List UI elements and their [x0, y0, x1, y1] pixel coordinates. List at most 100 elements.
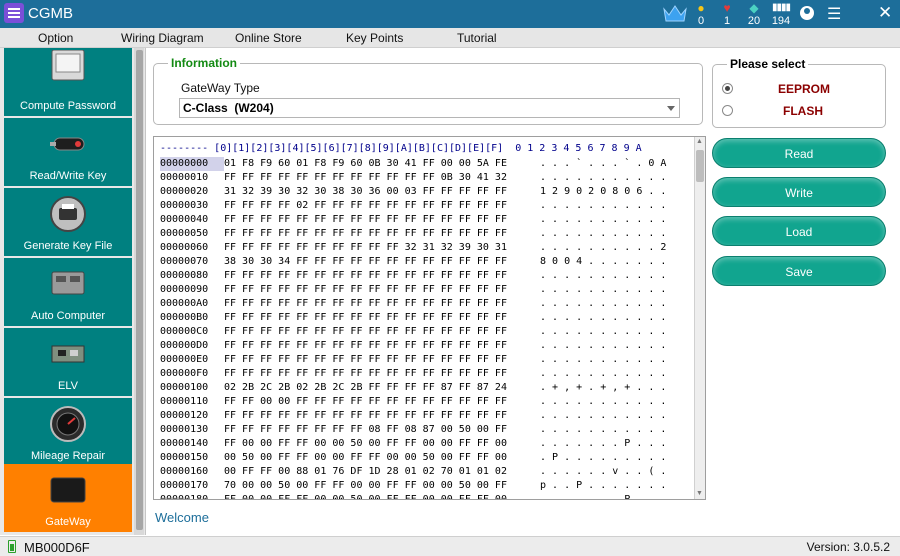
hex-row[interactable]: 00000020 31 32 39 30 32 30 38 30 36 00 03… — [160, 185, 666, 199]
menu-icon[interactable]: ☰ — [827, 4, 841, 24]
hex-bytes[interactable]: 02 2B 2C 2B 02 2B 2C 2B FF FF FF FF 87 F… — [224, 381, 540, 395]
hex-bytes[interactable]: FF 00 00 FF FF 00 00 50 00 FF FF 00 00 F… — [224, 437, 540, 451]
hex-row[interactable]: 000000F0 FF FF FF FF FF FF FF FF FF FF FF… — [160, 367, 666, 381]
flash-radio[interactable] — [722, 105, 733, 116]
hex-scrollbar[interactable] — [694, 137, 705, 499]
hex-row[interactable]: 00000080 FF FF FF FF FF FF FF FF FF FF FF… — [160, 269, 666, 283]
hex-bytes[interactable]: FF FF FF FF FF FF FF FF FF FF FF FF FF F… — [224, 269, 540, 283]
hex-bytes[interactable]: FF FF FF FF FF FF FF FF FF FF FF FF FF F… — [224, 297, 540, 311]
hex-bytes[interactable]: FF FF FF FF FF FF FF FF FF FF FF FF FF F… — [224, 227, 540, 241]
sidebar-item-label: Read/Write Key — [29, 170, 107, 182]
hex-bytes[interactable]: FF FF FF FF 02 FF FF FF FF FF FF FF FF F… — [224, 199, 540, 213]
sidebar-item-auto-computer[interactable]: Auto Computer — [4, 258, 132, 326]
menu-online-store[interactable]: Online Store — [235, 31, 302, 45]
read-button[interactable]: Read — [712, 138, 886, 168]
hex-row[interactable]: 00000130 FF FF FF FF FF FF FF FF 08 FF 08… — [160, 423, 666, 437]
hex-row[interactable]: 00000110 FF FF 00 00 FF FF FF FF FF FF FF… — [160, 395, 666, 409]
sidebar-item-gateway[interactable]: GateWay — [4, 464, 132, 532]
menu-key-points[interactable]: Key Points — [346, 31, 403, 45]
user-icon[interactable] — [800, 6, 814, 20]
status-bar: MB000D6F Version: 3.0.5.2 — [0, 536, 900, 556]
hex-ascii: . . . . . . v . . ( . — [540, 466, 667, 477]
hex-row[interactable]: 00000120 FF FF FF FF FF FF FF FF FF FF FF… — [160, 409, 666, 423]
sidebar-item-compute-password[interactable]: Compute Password — [4, 48, 132, 116]
sidebar-item-generate-key-file[interactable]: Generate Key File — [4, 188, 132, 256]
hex-row[interactable]: 00000070 38 30 30 34 FF FF FF FF FF FF FF… — [160, 255, 666, 269]
menu-option[interactable]: Option — [38, 31, 73, 45]
hex-row[interactable]: 00000050 FF FF FF FF FF FF FF FF FF FF FF… — [160, 227, 666, 241]
hex-offset: 00000080 — [160, 270, 209, 281]
eeprom-label[interactable]: EEPROM — [778, 82, 830, 96]
hex-ascii: . . . . . . . P . . . — [540, 494, 667, 500]
hex-offset: 000000E0 — [160, 354, 209, 365]
hex-bytes[interactable]: FF FF FF FF FF FF FF FF FF FF FF FF 0B 3… — [224, 171, 540, 185]
hex-bytes[interactable]: 00 FF FF 00 88 01 76 DF 1D 28 01 02 70 0… — [224, 465, 540, 479]
hex-bytes[interactable]: FF FF FF FF FF FF FF FF FF FF FF FF FF F… — [224, 325, 540, 339]
hex-bytes[interactable]: 70 00 00 50 00 FF FF 00 00 FF FF 00 00 5… — [224, 479, 540, 493]
hex-row[interactable]: 00000030 FF FF FF FF 02 FF FF FF FF FF FF… — [160, 199, 666, 213]
hex-row[interactable]: 00000140 FF 00 00 FF FF 00 00 50 00 FF FF… — [160, 437, 666, 451]
hex-row[interactable]: 000000C0 FF FF FF FF FF FF FF FF FF FF FF… — [160, 325, 666, 339]
hex-bytes[interactable]: FF FF 00 00 FF FF FF FF FF FF FF FF FF F… — [224, 395, 540, 409]
scroll-up-icon[interactable]: ▲ — [696, 138, 703, 145]
hex-ascii: . . . . . . . . . . . — [540, 228, 667, 239]
hex-offset: 00000170 — [160, 480, 209, 491]
hex-editor[interactable]: -------- [0][1][2][3][4][5][6][7][8][9][… — [153, 136, 706, 500]
sidebar-item-elv[interactable]: ELV — [4, 328, 132, 396]
hex-bytes[interactable]: FF FF FF FF FF FF FF FF FF FF FF FF FF F… — [224, 353, 540, 367]
save-button[interactable]: Save — [712, 256, 886, 286]
hex-bytes[interactable]: FF FF FF FF FF FF FF FF FF FF FF FF FF F… — [224, 367, 540, 381]
hex-row[interactable]: 000000E0 FF FF FF FF FF FF FF FF FF FF FF… — [160, 353, 666, 367]
hex-ascii: . . . ` . . . ` . 0 A — [540, 158, 667, 169]
hex-bytes[interactable]: FF FF FF FF FF FF FF FF FF FF 32 31 32 3… — [224, 241, 540, 255]
hex-offset: 000000B0 — [160, 312, 209, 323]
hex-row[interactable]: 00000160 00 FF FF 00 88 01 76 DF 1D 28 01… — [160, 465, 666, 479]
hex-offset: 00000070 — [160, 256, 209, 267]
hex-bytes[interactable]: 00 50 00 FF FF 00 00 FF FF 00 00 50 00 F… — [224, 451, 540, 465]
hex-offset: 00000150 — [160, 452, 209, 463]
sidebar-scroll-thumb[interactable] — [136, 50, 143, 530]
hex-bytes[interactable]: FF FF FF FF FF FF FF FF FF FF FF FF FF F… — [224, 283, 540, 297]
hex-bytes[interactable]: FF FF FF FF FF FF FF FF FF FF FF FF FF F… — [224, 213, 540, 227]
hex-row[interactable]: 00000040 FF FF FF FF FF FF FF FF FF FF FF… — [160, 213, 666, 227]
car-key-icon — [50, 137, 85, 151]
hex-row[interactable]: 000000D0 FF FF FF FF FF FF FF FF FF FF FF… — [160, 339, 666, 353]
hex-bytes[interactable]: FF FF FF FF FF FF FF FF FF FF FF FF FF F… — [224, 339, 540, 353]
scroll-down-icon[interactable]: ▼ — [696, 490, 703, 497]
hex-bytes[interactable]: 38 30 30 34 FF FF FF FF FF FF FF FF FF F… — [224, 255, 540, 269]
hex-bytes[interactable]: FF 00 00 FF FF 00 00 50 00 FF FF 00 00 F… — [224, 493, 540, 499]
load-button[interactable]: Load — [712, 216, 886, 246]
hex-row[interactable]: 00000060 FF FF FF FF FF FF FF FF FF FF 32… — [160, 241, 666, 255]
hex-row[interactable]: 00000010 FF FF FF FF FF FF FF FF FF FF FF… — [160, 171, 666, 185]
hex-bytes[interactable]: FF FF FF FF FF FF FF FF 08 FF 08 87 00 5… — [224, 423, 540, 437]
sidebar-item-mileage-repair[interactable]: Mileage Repair — [4, 398, 132, 466]
app-logo-icon — [4, 3, 24, 23]
hex-rows[interactable]: 00000000 01 F8 F9 60 01 F8 F9 60 0B 30 41… — [160, 157, 667, 500]
hex-row[interactable]: 000000B0 FF FF FF FF FF FF FF FF FF FF FF… — [160, 311, 666, 325]
hex-scroll-thumb[interactable] — [696, 150, 704, 182]
hex-row[interactable]: 000000A0 FF FF FF FF FF FF FF FF FF FF FF… — [160, 297, 666, 311]
hex-row[interactable]: 00000150 00 50 00 FF FF 00 00 FF FF 00 00… — [160, 451, 666, 465]
sidebar-item-read-write-key[interactable]: Read/Write Key — [4, 118, 132, 186]
flash-label[interactable]: FLASH — [783, 104, 823, 118]
close-icon[interactable]: ✕ — [878, 3, 892, 23]
eeprom-radio[interactable] — [722, 83, 733, 94]
menu-wiring-diagram[interactable]: Wiring Diagram — [121, 31, 204, 45]
hex-row[interactable]: 00000100 02 2B 2C 2B 02 2B 2C 2B FF FF FF… — [160, 381, 666, 395]
diamond-count: 20 — [747, 15, 761, 27]
hex-bytes[interactable]: FF FF FF FF FF FF FF FF FF FF FF FF FF F… — [224, 409, 540, 423]
gateway-type-select[interactable]: C-Class (W204) — [179, 98, 680, 118]
hex-bytes[interactable]: 31 32 39 30 32 30 38 30 36 00 03 FF FF F… — [224, 185, 540, 199]
hex-column-header: -------- [0][1][2][3][4][5][6][7][8][9][… — [160, 143, 642, 154]
hex-row[interactable]: 00000090 FF FF FF FF FF FF FF FF FF FF FF… — [160, 283, 666, 297]
hex-bytes[interactable]: 01 F8 F9 60 01 F8 F9 60 0B 30 41 FF 00 0… — [224, 157, 540, 171]
title-bar: CGMB ● 0 ♥ 1 ◆ 20 ▮▮▮▮ 194 ☰ ✕ — [0, 0, 900, 28]
menu-tutorial[interactable]: Tutorial — [457, 31, 497, 45]
hex-row[interactable]: 00000000 01 F8 F9 60 01 F8 F9 60 0B 30 41… — [160, 157, 666, 171]
hex-row[interactable]: 00000170 70 00 00 50 00 FF FF 00 00 FF FF… — [160, 479, 666, 493]
hex-row[interactable]: 00000180 FF 00 00 FF FF 00 00 50 00 FF FF… — [160, 493, 667, 500]
hex-bytes[interactable]: FF FF FF FF FF FF FF FF FF FF FF FF FF F… — [224, 311, 540, 325]
speedometer-icon — [50, 406, 86, 442]
gateway-module-icon — [50, 477, 86, 503]
write-button[interactable]: Write — [712, 177, 886, 207]
